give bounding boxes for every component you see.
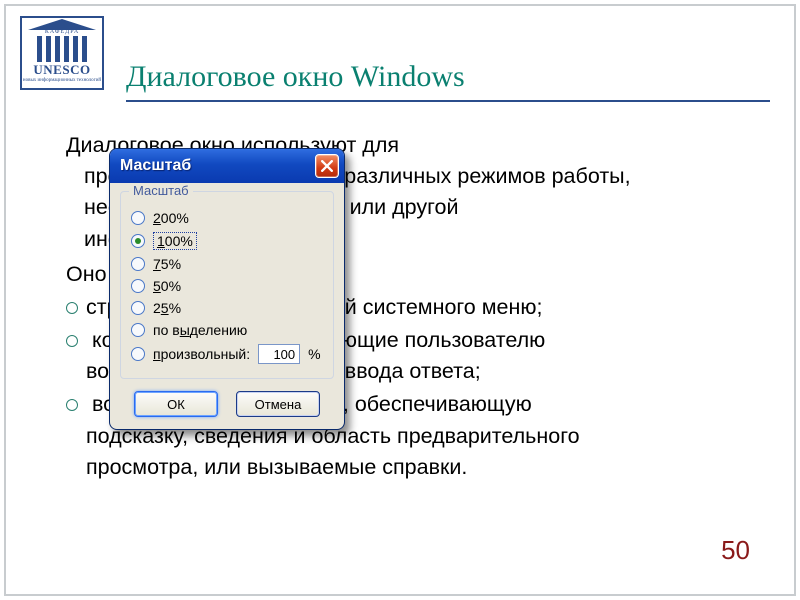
radio-icon [131,234,145,248]
cancel-button[interactable]: Отмена [236,391,320,417]
ok-button[interactable]: ОК [134,391,218,417]
radio-icon [131,279,145,293]
groupbox-legend: Масштаб [129,183,193,198]
dialog-title: Масштаб [120,157,315,175]
custom-zoom-input[interactable]: 100 [258,344,300,364]
unesco-logo: КАФЕДРА UNESCO новых информационных техн… [20,16,104,90]
zoom-dialog: Масштаб Масштаб 200% 100% 75% [109,148,345,430]
radio-icon [131,347,145,361]
zoom-groupbox: Масштаб 200% 100% 75% 50% 25% [120,191,334,379]
radio-option-50[interactable]: 50% [131,278,323,294]
radio-icon [131,211,145,225]
radio-option-200[interactable]: 200% [131,210,323,226]
close-button[interactable] [315,154,339,178]
radio-icon [131,301,145,315]
percent-label: % [308,346,320,362]
close-icon [321,160,333,172]
radio-icon [131,257,145,271]
radio-option-custom[interactable]: произвольный: 100 % [131,344,323,364]
radio-option-25[interactable]: 25% [131,300,323,316]
page-number: 50 [721,535,750,566]
radio-option-fit[interactable]: по выделению [131,322,323,338]
radio-icon [131,323,145,337]
radio-option-75[interactable]: 75% [131,256,323,272]
radio-option-100[interactable]: 100% [131,232,323,250]
slide-title: Диалоговое окно Windows [126,60,770,102]
dialog-titlebar[interactable]: Масштаб [110,149,344,183]
